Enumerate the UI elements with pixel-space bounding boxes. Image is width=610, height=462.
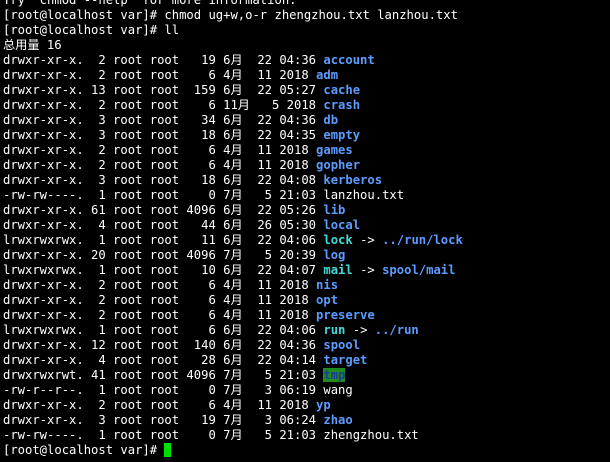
entry-name: empty <box>323 128 361 142</box>
listing-row: drwxr-xr-x. 2 root root 6 4月 11 2018 gop… <box>3 158 610 173</box>
entry-meta: drwxr-xr-x. 2 root root 6 4月 11 2018 <box>3 278 317 292</box>
entry-meta: drwxr-xr-x. 2 root root 19 6月 22 04:36 <box>3 53 324 67</box>
listing-row: -rw-r--r--. 1 root root 0 7月 3 06:19 wan… <box>3 383 610 398</box>
listing-row: drwxr-xr-x. 3 root root 19 7月 3 06:24 zh… <box>3 413 610 428</box>
entry-meta: lrwxrwxrwx. 1 root root 6 6月 22 04:06 <box>3 323 324 337</box>
listing-row: drwxrwxrwt. 41 root root 4096 7月 5 21:03… <box>3 368 610 383</box>
entry-meta: drwxr-xr-x. 3 root root 18 6月 22 04:35 <box>3 128 324 142</box>
entry-name: run <box>323 323 346 337</box>
entry-meta: drwxr-xr-x. 61 root root 4096 6月 22 05:2… <box>3 203 324 217</box>
link-arrow: -> <box>352 263 383 277</box>
listing-row: drwxr-xr-x. 13 root root 159 6月 22 05:27… <box>3 83 610 98</box>
entry-meta: drwxr-xr-x. 3 root root 18 6月 22 04:08 <box>3 173 324 187</box>
entry-name: yp <box>316 398 331 412</box>
listing-row: drwxr-xr-x. 2 root root 6 4月 11 2018 nis <box>3 278 610 293</box>
entry-name: lanzhou.txt <box>323 188 405 202</box>
listing-row: drwxr-xr-x. 4 root root 28 6月 22 04:14 t… <box>3 353 610 368</box>
listing-row: drwxr-xr-x. 3 root root 18 6月 22 04:35 e… <box>3 128 610 143</box>
entry-name: lock <box>323 233 353 247</box>
listing-row: drwxr-xr-x. 2 root root 6 4月 11 2018 adm <box>3 68 610 83</box>
entry-name: nis <box>316 278 339 292</box>
entry-meta: drwxrwxrwt. 41 root root 4096 7月 5 21:03 <box>3 368 324 382</box>
entry-name: local <box>323 218 361 232</box>
entry-meta: drwxr-xr-x. 2 root root 6 4月 11 2018 <box>3 308 317 322</box>
listing-row: drwxr-xr-x. 2 root root 6 4月 11 2018 pre… <box>3 308 610 323</box>
entry-name: db <box>323 113 339 127</box>
listing-row: drwxr-xr-x. 2 root root 6 4月 11 2018 opt <box>3 293 610 308</box>
total-line: 总用量 16 <box>3 38 62 52</box>
entry-meta: lrwxrwxrwx. 1 root root 10 6月 22 04:07 <box>3 263 324 277</box>
entry-meta: drwxr-xr-x. 4 root root 44 6月 26 05:30 <box>3 218 324 232</box>
entry-meta: -rw-rw----. 1 root root 0 7月 5 21:03 <box>3 188 324 202</box>
listing-row: -rw-rw----. 1 root root 0 7月 5 21:03 zhe… <box>3 428 610 443</box>
terminal-window[interactable]: Try 'chmod --help' for more information.… <box>0 0 610 462</box>
listing-row: drwxr-xr-x. 2 root root 6 4月 11 2018 gam… <box>3 143 610 158</box>
entry-name: tmp <box>323 368 346 382</box>
entry-meta: drwxr-xr-x. 20 root root 4096 7月 5 20:39 <box>3 248 324 262</box>
link-arrow: -> <box>345 323 375 337</box>
chmod-command-line: [root@localhost var]# chmod ug+w,o-r zhe… <box>3 8 458 22</box>
listing-row: -rw-rw----. 1 root root 0 7月 5 21:03 lan… <box>3 188 610 203</box>
entry-name: opt <box>316 293 339 307</box>
entry-meta: -rw-r--r--. 1 root root 0 7月 3 06:19 <box>3 383 324 397</box>
entry-meta: lrwxrwxrwx. 1 root root 11 6月 22 04:06 <box>3 233 324 247</box>
link-target: ../run <box>374 323 419 337</box>
listing-row: drwxr-xr-x. 20 root root 4096 7月 5 20:39… <box>3 248 610 263</box>
entry-name: cache <box>323 83 361 97</box>
entry-meta: drwxr-xr-x. 12 root root 140 6月 22 04:36 <box>3 338 324 352</box>
entry-name: adm <box>316 68 339 82</box>
entry-name: lib <box>323 203 346 217</box>
directory-listing: drwxr-xr-x. 2 root root 19 6月 22 04:36 a… <box>3 53 610 443</box>
listing-row: drwxr-xr-x. 2 root root 6 11月 5 2018 cra… <box>3 98 610 113</box>
listing-row: drwxr-xr-x. 2 root root 19 6月 22 04:36 a… <box>3 53 610 68</box>
link-arrow: -> <box>352 233 383 247</box>
entry-name: gopher <box>316 158 361 172</box>
entry-name: wang <box>323 383 353 397</box>
listing-row: drwxr-xr-x. 3 root root 18 6月 22 04:08 k… <box>3 173 610 188</box>
entry-name: kerberos <box>323 173 383 187</box>
entry-meta: drwxr-xr-x. 3 root root 34 6月 22 04:36 <box>3 113 324 127</box>
entry-name: preserve <box>316 308 375 322</box>
listing-row: drwxr-xr-x. 12 root root 140 6月 22 04:36… <box>3 338 610 353</box>
entry-name: spool <box>323 338 361 352</box>
entry-name: mail <box>323 263 353 277</box>
entry-name: account <box>323 53 375 67</box>
entry-meta: drwxr-xr-x. 2 root root 6 4月 11 2018 <box>3 293 317 307</box>
listing-row: lrwxrwxrwx. 1 root root 11 6月 22 04:06 l… <box>3 233 610 248</box>
entry-name: zhengzhou.txt <box>323 428 419 442</box>
ll-command-line: [root@localhost var]# ll <box>3 23 180 37</box>
entry-name: games <box>316 143 353 157</box>
entry-meta: drwxr-xr-x. 2 root root 6 4月 11 2018 <box>3 143 317 157</box>
entry-meta: drwxr-xr-x. 2 root root 6 4月 11 2018 <box>3 68 317 82</box>
previous-output-line: Try 'chmod --help' for more information. <box>3 0 297 7</box>
entry-meta: drwxr-xr-x. 3 root root 19 7月 3 06:24 <box>3 413 324 427</box>
prompt-line[interactable]: [root@localhost var]# <box>3 443 610 458</box>
entry-name: crash <box>323 98 361 112</box>
entry-meta: drwxr-xr-x. 4 root root 28 6月 22 04:14 <box>3 353 324 367</box>
entry-meta: drwxr-xr-x. 2 root root 6 11月 5 2018 <box>3 98 324 112</box>
entry-meta: drwxr-xr-x. 2 root root 6 4月 11 2018 <box>3 398 317 412</box>
entry-meta: drwxr-xr-x. 13 root root 159 6月 22 05:27 <box>3 83 324 97</box>
listing-row: drwxr-xr-x. 2 root root 6 4月 11 2018 yp <box>3 398 610 413</box>
entry-name: log <box>323 248 346 262</box>
listing-row: lrwxrwxrwx. 1 root root 6 6月 22 04:06 ru… <box>3 323 610 338</box>
link-target: ../run/lock <box>382 233 463 247</box>
link-target: spool/mail <box>382 263 456 277</box>
entry-meta: drwxr-xr-x. 2 root root 6 4月 11 2018 <box>3 158 317 172</box>
listing-row: drwxr-xr-x. 4 root root 44 6月 26 05:30 l… <box>3 218 610 233</box>
entry-meta: -rw-rw----. 1 root root 0 7月 5 21:03 <box>3 428 324 442</box>
cursor <box>164 443 172 457</box>
listing-row: drwxr-xr-x. 3 root root 34 6月 22 04:36 d… <box>3 113 610 128</box>
listing-row: drwxr-xr-x. 61 root root 4096 6月 22 05:2… <box>3 203 610 218</box>
listing-row: lrwxrwxrwx. 1 root root 10 6月 22 04:07 m… <box>3 263 610 278</box>
prompt-text: [root@localhost var]# <box>3 443 165 457</box>
entry-name: target <box>323 353 368 367</box>
entry-name: zhao <box>323 413 353 427</box>
